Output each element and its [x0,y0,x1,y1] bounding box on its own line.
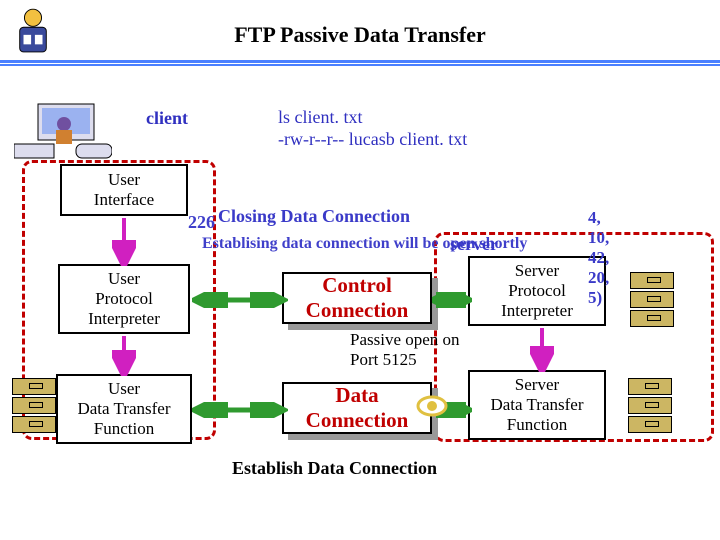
data-connection-label: Data Connection [288,388,440,440]
establish-data-connection-label: Establish Data Connection [232,458,437,479]
file-cabinet-icon [628,378,674,440]
server-data-transfer-block: Server Data Transfer Function [468,370,606,440]
file-cabinet-icon [630,272,676,334]
terminal-line: ls client. txt [278,106,467,128]
user-interface-block: User Interface [60,164,188,216]
user-protocol-interpreter-block: User Protocol Interpreter [58,264,190,334]
file-cabinet-icon [12,378,58,440]
terminal-output: ls client. txt -rw-r--r-- lucasb client.… [278,106,467,150]
control-connection-label: Control Connection [288,278,440,330]
workstation-icon [14,100,112,162]
passive-open-label: Passive open on Port 5125 [350,330,460,370]
terminal-line: -rw-r--r-- lucasb client. txt [278,128,467,150]
server-protocol-interpreter-block: Server Protocol Interpreter [468,256,606,326]
server-word: server [450,234,498,255]
client-label: client [146,108,188,129]
page-title: FTP Passive Data Transfer [0,22,720,48]
user-data-transfer-block: User Data Transfer Function [56,374,192,444]
header-divider [0,60,720,66]
